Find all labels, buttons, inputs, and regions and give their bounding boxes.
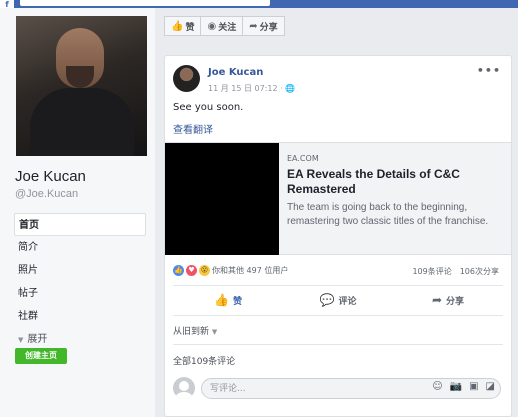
chevron-down-icon: ▼ — [18, 336, 24, 344]
profile-nav: 首页 简介 照片 帖子 社群 ▼ 展开 — [14, 213, 146, 351]
comment-button[interactable]: 💬 评论 — [283, 288, 393, 312]
share-arrow-icon: ➦ — [431, 293, 443, 307]
link-thumbnail[interactable] — [165, 143, 279, 255]
profile-picture[interactable] — [16, 16, 147, 156]
chevron-down-icon: ▼ — [211, 328, 218, 336]
love-reaction-icon: ♥ — [186, 265, 197, 276]
reaction-text: 你和其他 497 位用户 — [212, 266, 289, 275]
profile-handle[interactable]: @Joe.Kucan — [15, 188, 78, 200]
post-meta: 11 月 15 日 07:12 · 🌐 — [208, 83, 295, 94]
post-card: Joe Kucan 11 月 15 日 07:12 · 🌐 ••• See yo… — [164, 55, 512, 417]
see-translation-link[interactable]: 查看翻译 — [173, 121, 213, 136]
reaction-summary[interactable]: 👍 ♥ 😮 你和其他 497 位用户 — [173, 265, 288, 276]
comment-composer: ☺ 📷 ▣ ◪ — [173, 377, 505, 401]
post-text: See you soon. — [173, 102, 244, 113]
share-page-button[interactable]: ➦ 分享 — [243, 16, 285, 36]
nav-item-community[interactable]: 社群 — [14, 305, 146, 328]
comment-label: 评论 — [338, 296, 357, 307]
user-avatar — [173, 377, 195, 399]
post-action-bar: 👍 赞 💬 评论 ➦ 分享 — [173, 288, 503, 312]
thumbs-up-icon: 👍 — [214, 293, 229, 307]
comment-bubble-icon: 💬 — [319, 293, 335, 307]
engagement-counts: 109条评论 106次分享 — [412, 266, 499, 277]
gif-icon[interactable]: ▣ — [469, 381, 478, 392]
wow-reaction-icon: 😮 — [199, 265, 210, 276]
like-label: 赞 — [232, 296, 242, 307]
all-comments-link[interactable]: 全部109条评论 — [173, 354, 235, 367]
comment-tools: ☺ 📷 ▣ ◪ — [432, 381, 495, 392]
nav-item-about[interactable]: 简介 — [14, 236, 146, 259]
nav-item-photos[interactable]: 照片 — [14, 259, 146, 282]
facebook-logo-icon[interactable]: f — [0, 0, 14, 9]
page-actions: 👍 赞 ◉ 关注 ➦ 分享 — [164, 16, 285, 36]
share-page-label: 分享 — [259, 22, 278, 33]
share-button[interactable]: ➦ 分享 — [393, 288, 503, 312]
follow-button[interactable]: ◉ 关注 — [201, 16, 244, 36]
like-button[interactable]: 👍 赞 — [173, 288, 283, 312]
comment-sort-dropdown[interactable]: 从旧到新 ▼ — [173, 324, 221, 337]
shares-count[interactable]: 106次分享 — [460, 266, 499, 277]
link-description: The team is going back to the beginning,… — [287, 202, 489, 227]
like-reaction-icon: 👍 — [173, 265, 184, 276]
divider — [173, 315, 503, 316]
like-page-label: 赞 — [185, 22, 195, 33]
camera-icon[interactable]: 📷 — [450, 381, 462, 392]
divider — [173, 285, 503, 286]
nav-item-home[interactable]: 首页 — [14, 213, 146, 236]
post-author[interactable]: Joe Kucan — [208, 67, 263, 78]
author-avatar[interactable] — [173, 65, 200, 92]
thumbs-up-icon: 👍 — [171, 20, 184, 32]
nav-item-posts[interactable]: 帖子 — [14, 282, 146, 305]
share-arrow-icon: ➦ — [249, 20, 258, 32]
more-options-icon[interactable]: ••• — [477, 64, 501, 77]
link-title[interactable]: EA Reveals the Details of C&C Remastered — [287, 167, 499, 197]
comments-count[interactable]: 109条评论 — [412, 266, 451, 277]
share-label: 分享 — [446, 296, 465, 307]
like-page-button[interactable]: 👍 赞 — [164, 16, 202, 36]
sticker-icon[interactable]: ◪ — [486, 381, 495, 392]
link-preview[interactable]: EA.COM EA Reveals the Details of C&C Rem… — [165, 142, 511, 255]
search-bar[interactable] — [20, 0, 270, 6]
nav-more-label: 展开 — [27, 334, 48, 345]
rss-icon: ◉ — [207, 20, 217, 32]
link-domain: EA.COM — [287, 154, 319, 163]
profile-name[interactable]: Joe Kucan — [15, 168, 86, 185]
globe-icon: 🌐 — [285, 84, 296, 93]
follow-label: 关注 — [218, 22, 237, 33]
divider — [173, 344, 503, 345]
create-page-button[interactable]: 创建主页 — [15, 348, 67, 364]
top-bar: f — [0, 0, 518, 9]
emoji-icon[interactable]: ☺ — [432, 381, 442, 392]
sort-label: 从旧到新 — [173, 327, 210, 337]
post-timestamp[interactable]: 11 月 15 日 07:12 · — [208, 84, 283, 93]
